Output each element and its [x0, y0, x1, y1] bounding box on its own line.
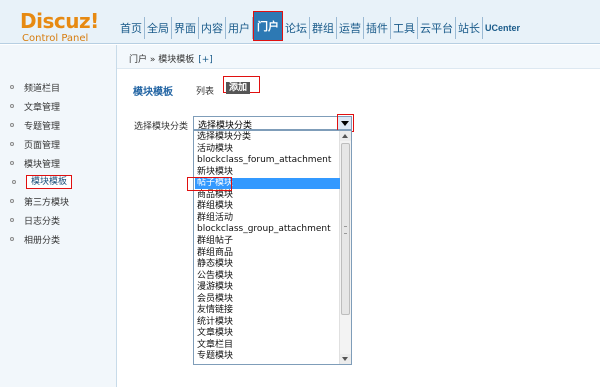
nav-item-11[interactable]: 云平台: [418, 17, 456, 39]
bullet-icon: [10, 161, 14, 165]
page-title: 模块模板: [133, 87, 173, 98]
sidebar-item-label: 相册分类: [24, 235, 61, 246]
sidebar-item-5[interactable]: 模块模板: [12, 175, 73, 189]
sidebar: 频道栏目文章管理专题管理页面管理模块管理模块模板第三方模块日志分类相册分类: [0, 45, 117, 387]
dropdown-option[interactable]: 友情链接: [197, 305, 233, 316]
bullet-icon: [10, 123, 14, 127]
sidebar-item-label: 第三方模块: [24, 197, 70, 208]
add-shortcut-link[interactable]: [+]: [198, 55, 213, 65]
sidebar-item-7[interactable]: 日志分类: [10, 213, 60, 227]
sidebar-item-4[interactable]: 模块管理: [10, 156, 60, 170]
scroll-down-icon[interactable]: [340, 354, 351, 364]
dropdown-option[interactable]: 活动模块: [197, 144, 233, 155]
dropdown-option[interactable]: 专题模块: [197, 351, 233, 362]
breadcrumb: 门户 » 模块模板 [+]: [129, 52, 213, 65]
scroll-thumb[interactable]: [341, 143, 350, 315]
nav-item-2[interactable]: 界面: [172, 17, 199, 39]
sidebar-item-3[interactable]: 页面管理: [10, 137, 60, 151]
block-category-dropdown: 选择模块分类 活动模块 blockclass_forum_attachment 新块模…: [193, 130, 352, 365]
dropdown-option[interactable]: blockclass_group_attachment: [197, 224, 331, 235]
sidebar-item-label: 文章管理: [24, 102, 61, 113]
bullet-icon: [10, 104, 14, 108]
sidebar-item-6[interactable]: 第三方模块: [10, 194, 69, 208]
nav-item-8[interactable]: 运营: [337, 17, 364, 39]
breadcrumb-path: 门户 » 模块模板: [129, 55, 195, 65]
sidebar-item-label: 模块模板: [26, 175, 73, 189]
dropdown-option[interactable]: 选择模块分类: [197, 132, 251, 143]
bullet-icon: [10, 142, 14, 146]
dropdown-option[interactable]: 文章模块: [197, 328, 233, 339]
nav-item-10[interactable]: 工具: [391, 17, 418, 39]
nav-item-5[interactable]: 门户: [253, 11, 283, 41]
dropdown-option[interactable]: 文章栏目: [197, 340, 233, 351]
bullet-icon: [10, 237, 14, 241]
nav-item-1[interactable]: 全局: [145, 17, 172, 39]
logo-text: Discuz!: [20, 9, 99, 33]
sidebar-item-label: 日志分类: [24, 216, 61, 227]
nav-item-9[interactable]: 插件: [364, 17, 391, 39]
dropdown-option[interactable]: 商品模块: [197, 190, 233, 201]
sidebar-item-label: 页面管理: [24, 140, 61, 151]
dropdown-option[interactable]: blockclass_forum_attachment: [197, 155, 331, 166]
dropdown-option[interactable]: 会员模块: [197, 294, 233, 305]
sidebar-item-1[interactable]: 文章管理: [10, 99, 60, 113]
nav-item-12[interactable]: 站长: [456, 17, 483, 39]
nav-item-7[interactable]: 群组: [310, 17, 337, 39]
dropdown-option[interactable]: 漫游模块: [197, 282, 233, 293]
scroll-up-icon[interactable]: [340, 131, 351, 141]
main-nav: 首页 全局 界面 内容 用户 门户 论坛 群组 运营 插件 工具 云平台 站长 UCenter: [118, 11, 522, 41]
bullet-icon: [10, 218, 14, 222]
sidebar-item-2[interactable]: 专题管理: [10, 118, 60, 132]
nav-item-3[interactable]: 内容: [199, 17, 226, 39]
sidebar-item-label: 模块管理: [24, 159, 61, 170]
bullet-icon: [10, 199, 14, 203]
bullet-icon: [12, 180, 16, 184]
tab-list[interactable]: 列表: [196, 84, 214, 97]
dropdown-option[interactable]: 群组模块: [197, 201, 233, 212]
sidebar-item-label: 频道栏目: [24, 83, 61, 94]
bullet-icon: [10, 85, 14, 89]
breadcrumb-bar: 门户 » 模块模板 [+]: [117, 45, 600, 69]
block-category-label: 选择模块分类: [134, 122, 189, 132]
nav-item-6[interactable]: 论坛: [283, 17, 310, 39]
logo-subtitle: Control Panel: [22, 33, 89, 44]
nav-item-13[interactable]: UCenter: [483, 17, 522, 39]
dropdown-option[interactable]: 新块模块: [197, 167, 233, 178]
dropdown-option[interactable]: 群组商品: [197, 248, 233, 259]
dropdown-option[interactable]: 统计模块: [197, 317, 233, 328]
dropdown-scrollbar[interactable]: [339, 131, 351, 364]
nav-item-0[interactable]: 首页: [118, 17, 145, 39]
sidebar-item-8[interactable]: 相册分类: [10, 232, 60, 246]
top-header: Discuz! Control Panel 首页 全局 界面 内容 用户 门户 论坛 群组 运营…: [0, 0, 600, 44]
nav-item-4[interactable]: 用户: [226, 17, 253, 39]
discuz-logo[interactable]: Discuz! Control Panel: [16, 9, 116, 44]
dropdown-option[interactable]: 静态模块: [197, 259, 233, 270]
sidebar-item-label: 专题管理: [24, 121, 61, 132]
selected-option-highlight: [187, 177, 232, 191]
sidebar-item-0[interactable]: 频道栏目: [10, 80, 60, 94]
dropdown-option[interactable]: 公告模块: [197, 271, 233, 282]
tab-add[interactable]: 添加: [226, 82, 250, 94]
dropdown-option[interactable]: 群组活动: [197, 213, 233, 224]
dropdown-option[interactable]: 群组帖子: [197, 236, 233, 247]
block-category-select[interactable]: 选择模块分类: [193, 116, 352, 131]
